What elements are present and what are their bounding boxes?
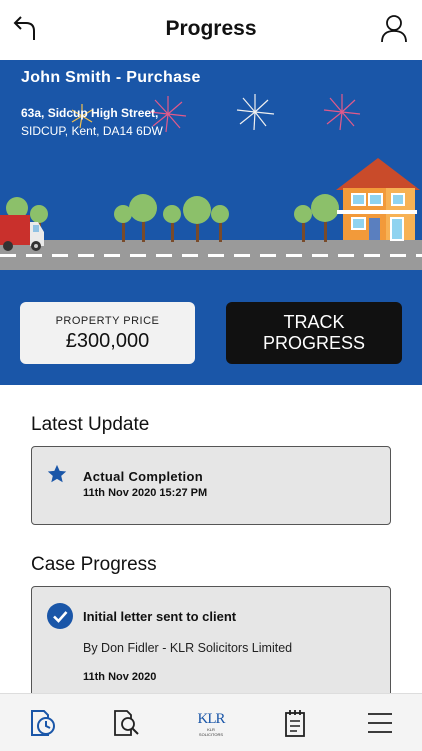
- property-price-label: PROPERTY PRICE: [55, 315, 160, 327]
- case-item-date: 11th Nov 2020: [83, 671, 157, 683]
- address-line-1: 63a, Sidcup High Street,: [21, 106, 159, 120]
- house: [336, 158, 420, 241]
- case-item-title: Initial letter sent to client: [83, 609, 237, 624]
- property-price-card: PROPERTY PRICE £300,000: [20, 302, 195, 364]
- property-price-value: £300,000: [65, 330, 150, 352]
- klr-logo[interactable]: KLR KLR SOLICITORS: [195, 711, 227, 737]
- bottom-navigation: KLR KLR SOLICITORS: [0, 693, 422, 751]
- check-circle-icon: [47, 603, 73, 629]
- top-bar: Progress: [0, 0, 422, 60]
- track-progress-button[interactable]: TRACK PROGRESS: [226, 302, 402, 364]
- document-search-icon[interactable]: [111, 707, 143, 739]
- case-progress-heading: Case Progress: [31, 554, 157, 575]
- latest-update-card[interactable]: Actual Completion 11th Nov 2020 15:27 PM: [31, 446, 391, 525]
- notepad-icon[interactable]: [279, 707, 311, 739]
- track-progress-label-2: PROGRESS: [262, 333, 366, 353]
- property-hero: John Smith - Purchase 63a, Sidcup High S…: [0, 60, 422, 385]
- page-title: Progress: [165, 17, 257, 40]
- klr-logo-text: KLR: [197, 711, 226, 727]
- klr-logo-subtext: KLR SOLICITORS: [198, 727, 224, 737]
- user-icon[interactable]: [378, 12, 410, 44]
- latest-update-timestamp: 11th Nov 2020 15:27 PM: [83, 487, 208, 499]
- case-item-author: By Don Fidler - KLR Solicitors Limited: [83, 641, 293, 655]
- progress-clock-icon[interactable]: [26, 707, 58, 739]
- trees: [6, 194, 339, 242]
- latest-update-heading: Latest Update: [31, 414, 150, 435]
- star-icon: [47, 464, 67, 483]
- menu-icon[interactable]: [364, 707, 396, 739]
- case-name: John Smith - Purchase: [21, 69, 201, 86]
- address-line-2: SIDCUP, Kent, DA14 6DW: [21, 124, 163, 138]
- track-progress-label-1: TRACK: [283, 312, 345, 332]
- latest-update-title: Actual Completion: [83, 469, 203, 484]
